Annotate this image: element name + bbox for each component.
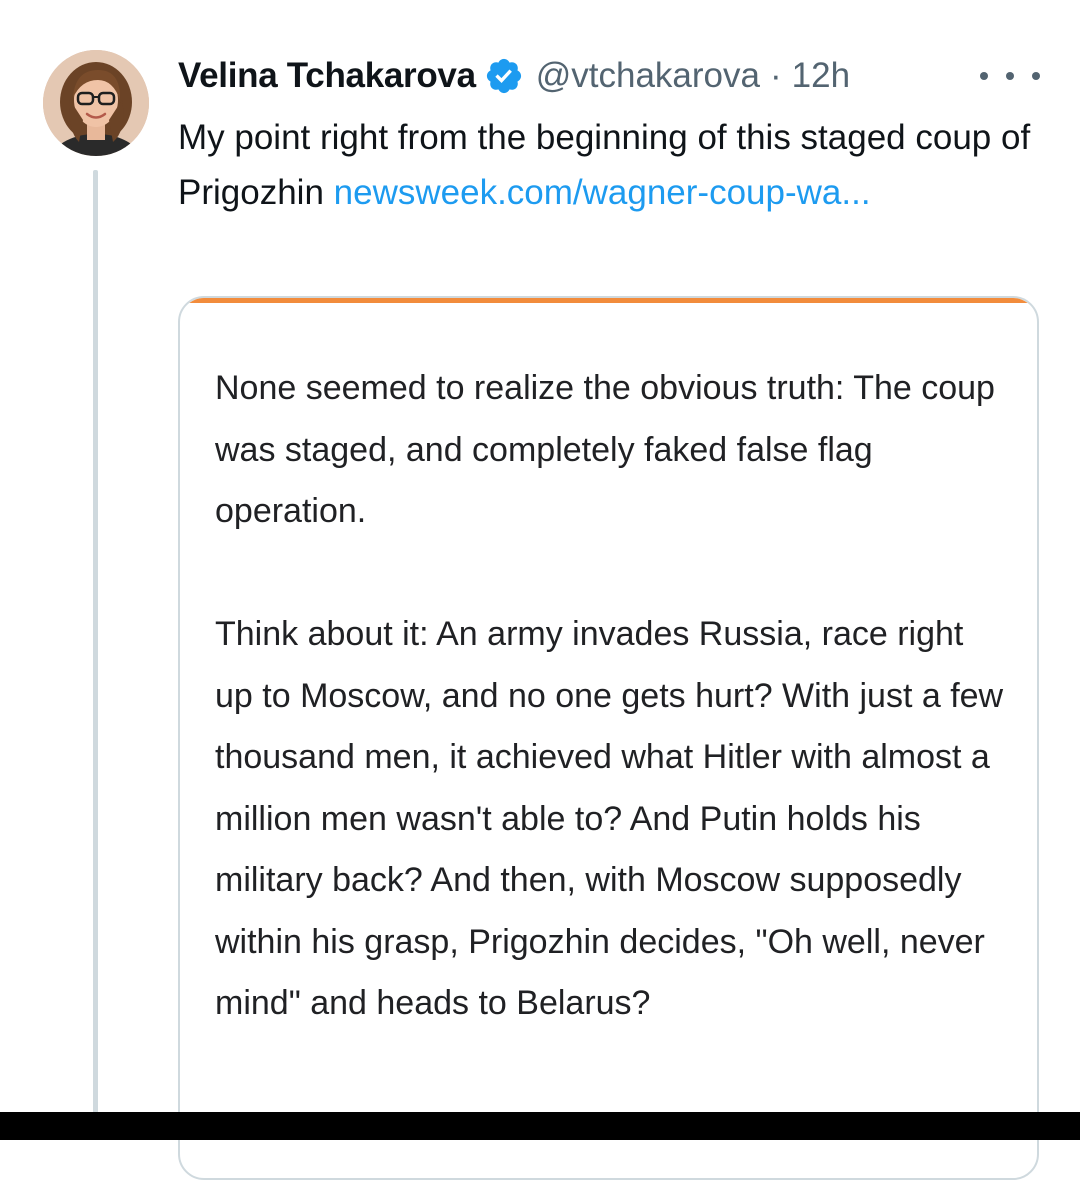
- separator-dot: ·: [770, 56, 782, 95]
- quote-accent-bar: [180, 298, 1037, 303]
- quote-body: None seemed to realize the obvious truth…: [215, 358, 1005, 1035]
- tweet-header: Velina Tchakarova @vtchakarova · 12h: [178, 52, 1040, 100]
- author-display-name[interactable]: Velina Tchakarova: [178, 56, 476, 96]
- quote-paragraph-2: Think about it: An army invades Russia, …: [215, 615, 1004, 1022]
- bottom-bar: [0, 1112, 1080, 1140]
- quote-paragraph-1: None seemed to realize the obvious truth…: [215, 369, 995, 530]
- verified-badge-icon: [484, 56, 524, 96]
- avatar[interactable]: [43, 50, 149, 156]
- tweet-text: My point right from the beginning of thi…: [178, 110, 1038, 220]
- more-horizontal-icon[interactable]: [980, 56, 1040, 96]
- author-handle[interactable]: @vtchakarova: [536, 56, 760, 96]
- tweet-timestamp[interactable]: 12h: [792, 56, 850, 96]
- thread-line: [93, 170, 98, 1115]
- tweet-link[interactable]: newsweek.com/wagner-coup-wa...: [334, 173, 871, 212]
- quoted-image-card[interactable]: None seemed to realize the obvious truth…: [178, 296, 1039, 1180]
